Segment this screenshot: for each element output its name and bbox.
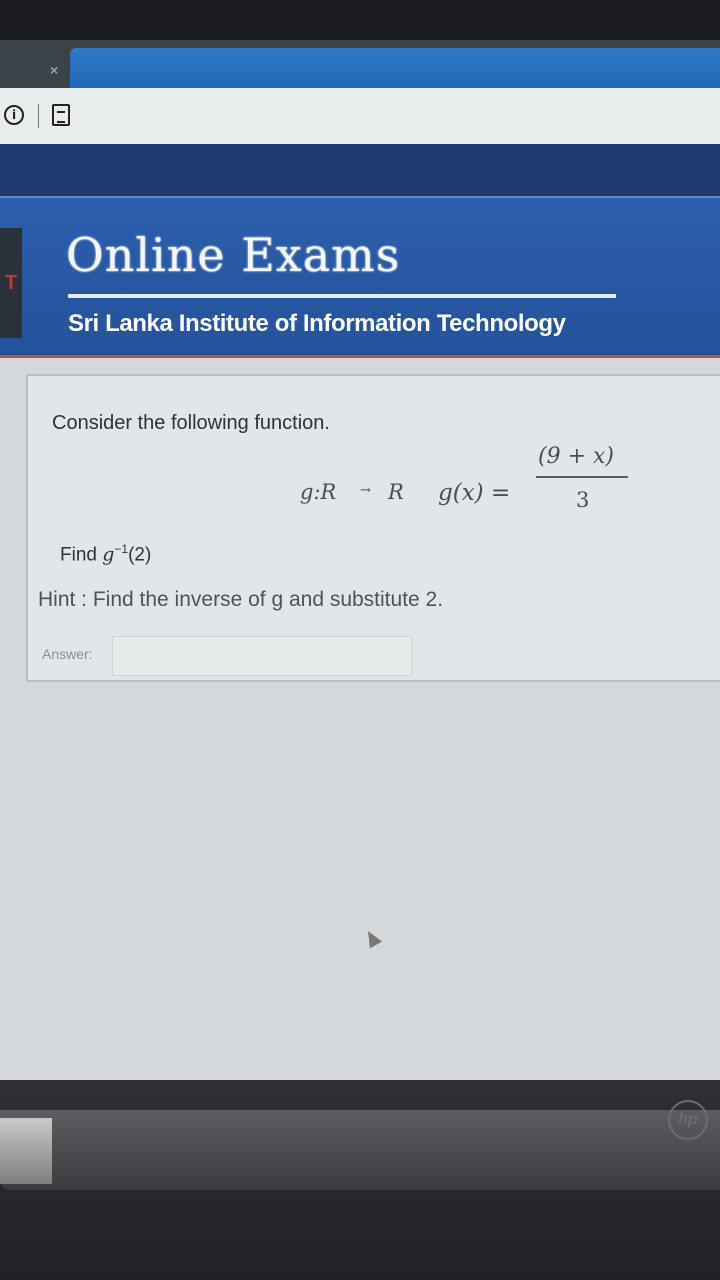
address-bar[interactable]	[0, 88, 720, 145]
laptop-hinge	[0, 1110, 720, 1190]
find-instruction: Find g−1(2)	[60, 542, 151, 566]
address-divider	[38, 104, 39, 128]
laptop-screen: × i T Online Exams Sri Lanka Institute o…	[0, 40, 720, 1080]
toolbar-band	[0, 144, 720, 196]
title-rule	[68, 294, 616, 298]
find-exponent: −1	[114, 542, 129, 556]
formula-arrow: →	[360, 483, 371, 498]
close-tab-icon[interactable]: ×	[50, 62, 58, 78]
header-accent-line	[0, 355, 720, 358]
find-prefix: Find	[60, 544, 97, 566]
function-formula: g:R → R g(x) = (9 + x) 3	[298, 444, 628, 546]
hint-text: Hint : Find the inverse of g and substit…	[38, 588, 444, 611]
browser-tab-active[interactable]	[70, 48, 720, 92]
site-subtitle: Sri Lanka Institute of Information Techn…	[68, 310, 566, 337]
mouse-cursor-icon	[361, 927, 383, 949]
browser-tab-strip: ×	[0, 40, 720, 92]
formula-denominator: 3	[576, 488, 590, 512]
question-card: Consider the following function. g:R → R…	[26, 374, 720, 682]
answer-label: Answer:	[42, 646, 93, 662]
institute-logo[interactable]: T	[0, 228, 22, 338]
formula-numerator: (9 + x)	[538, 444, 614, 469]
answer-input[interactable]	[112, 636, 412, 676]
formula-codomain: R	[388, 480, 404, 504]
info-icon[interactable]: i	[4, 105, 24, 125]
formula-domain: g:R	[300, 480, 337, 504]
formula-lhs: g(x) =	[438, 480, 511, 506]
hp-logo-icon: hp	[668, 1100, 708, 1140]
site-title: Online Exams	[66, 228, 401, 282]
site-header: T Online Exams Sri Lanka Institute of In…	[0, 196, 720, 358]
question-prompt: Consider the following function.	[52, 412, 330, 434]
hinge-cap	[0, 1118, 52, 1184]
fraction-bar	[536, 476, 628, 478]
find-function: g	[102, 543, 115, 566]
find-argument: (2)	[128, 544, 152, 566]
page-icon[interactable]	[52, 104, 70, 126]
